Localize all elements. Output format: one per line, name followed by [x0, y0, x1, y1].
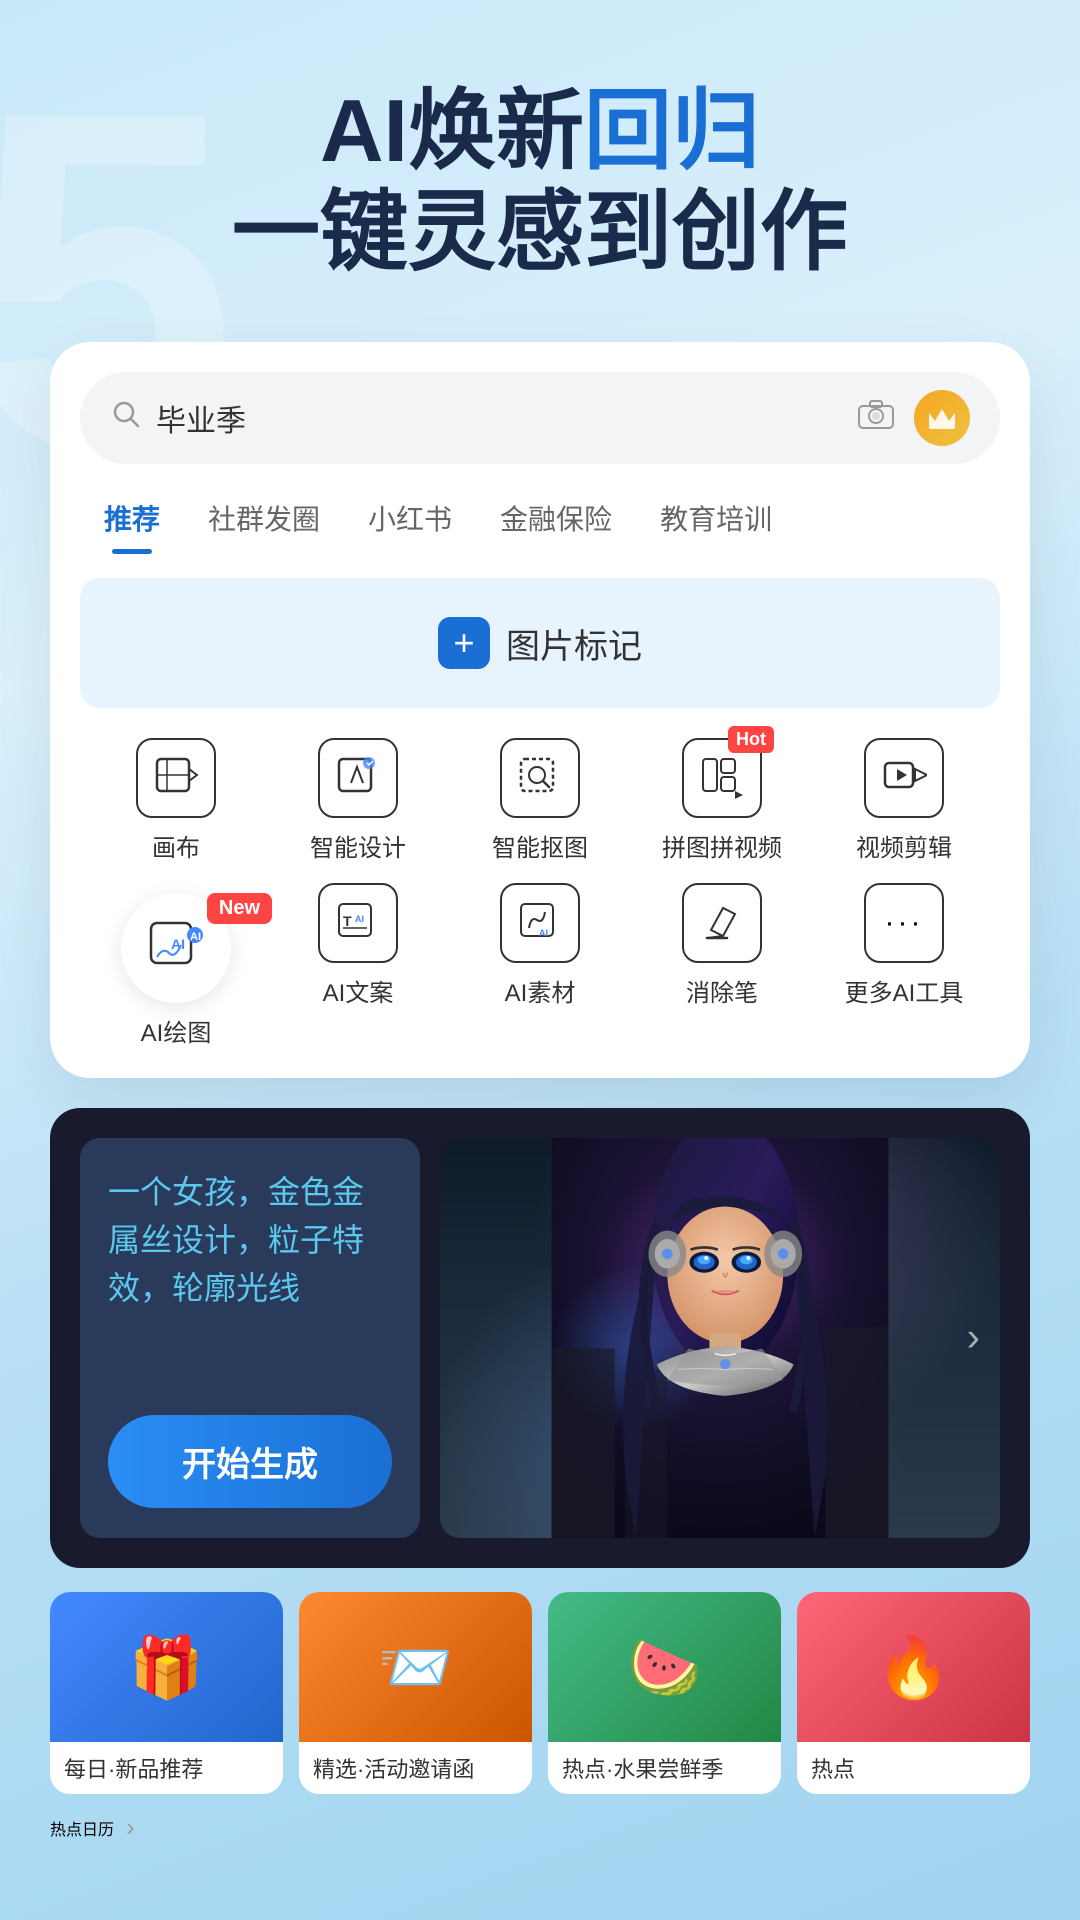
- hot-calendar-label: 热点日历: [50, 1822, 114, 1839]
- ai-prompt-text: 一个女孩，金色金属丝设计，粒子特效，轮廓光线: [108, 1168, 392, 1312]
- video-icon: [864, 738, 944, 818]
- tab-recommended[interactable]: 推荐: [80, 488, 184, 554]
- ai-generation-panel: 一个女孩，金色金属丝设计，粒子特效，轮廓光线 开始生成: [50, 1108, 1030, 1568]
- svg-text:AI: AI: [355, 914, 364, 924]
- ai-material-icon: AI: [500, 883, 580, 963]
- bottom-thumbnails: 🎁 每日·新品推荐 📨 精选·活动邀请函 🍉 热点·水果尝鲜季 🔥 热点: [0, 1568, 1080, 1794]
- ai-image-result[interactable]: ›: [440, 1138, 1000, 1538]
- design-icon: [318, 738, 398, 818]
- search-input-value[interactable]: 毕业季: [156, 396, 858, 440]
- hero-title-blue: 回归: [584, 81, 760, 180]
- tool-canvas[interactable]: 画布: [90, 738, 262, 863]
- svg-text:AI: AI: [190, 931, 201, 943]
- canvas-icon: [136, 738, 216, 818]
- tool-ai-material-label: AI素材: [505, 973, 576, 1008]
- image-mark-banner[interactable]: + 图片标记: [80, 578, 1000, 708]
- ai-prompt-area: 一个女孩，金色金属丝设计，粒子特效，轮廓光线 开始生成: [80, 1138, 420, 1538]
- ai-generated-image: [440, 1138, 1000, 1538]
- tool-cutout-label: 智能抠图: [492, 828, 588, 863]
- new-badge: New: [207, 893, 272, 924]
- chevron-right-icon: ›: [126, 1814, 134, 1841]
- thumb-hotpoint-label: 热点·水果尝鲜季: [548, 1742, 781, 1794]
- hero-title: AI焕新回归 一键灵感到创作: [60, 80, 1020, 282]
- thumb-hot2-img: 🔥: [797, 1592, 1030, 1742]
- crown-icon[interactable]: [914, 390, 970, 446]
- hero-title-line2: 一键灵感到创作: [232, 182, 848, 281]
- tool-collage-label: 拼图拼视频: [662, 828, 782, 863]
- svg-text:T: T: [343, 913, 352, 929]
- tool-ai-material[interactable]: AI AI素材: [454, 883, 626, 1048]
- hot-badge: Hot: [728, 726, 774, 753]
- ai-text-icon: T AI: [318, 883, 398, 963]
- tool-ai-draw-label: AI绘图: [141, 1013, 212, 1048]
- tab-education[interactable]: 教育培训: [636, 488, 796, 554]
- tools-grid: 画布 智能设计 智能抠图: [80, 738, 1000, 1048]
- eraser-icon: [682, 883, 762, 963]
- thumb-hotpoint-img: 🍉: [548, 1592, 781, 1742]
- thumb-selected[interactable]: 📨 精选·活动邀请函: [299, 1592, 532, 1794]
- tool-ai-draw[interactable]: AI AI New AI绘图: [90, 893, 262, 1048]
- tab-community[interactable]: 社群发圈: [184, 488, 344, 554]
- tool-video[interactable]: 视频剪辑: [818, 738, 990, 863]
- ai-generate-button[interactable]: 开始生成: [108, 1415, 392, 1508]
- search-icon: [110, 398, 142, 438]
- tab-xiaohongshu[interactable]: 小红书: [344, 488, 476, 554]
- tool-more-ai[interactable]: ··· 更多AI工具: [818, 883, 990, 1048]
- tool-collage[interactable]: Hot 拼图拼视频: [636, 738, 808, 863]
- tool-more-ai-label: 更多AI工具: [845, 973, 964, 1008]
- hero-section: AI焕新回归 一键灵感到创作: [0, 0, 1080, 322]
- tool-design[interactable]: 智能设计: [272, 738, 444, 863]
- tool-video-label: 视频剪辑: [856, 828, 952, 863]
- tool-design-label: 智能设计: [310, 828, 406, 863]
- thumb-hot2-label: 热点: [797, 1742, 1030, 1794]
- thumb-daily[interactable]: 🎁 每日·新品推荐: [50, 1592, 283, 1794]
- image-mark-plus-icon: +: [438, 617, 490, 669]
- tab-finance[interactable]: 金融保险: [476, 488, 636, 554]
- thumb-selected-img: 📨: [299, 1592, 532, 1742]
- tab-navigation: 推荐 社群发圈 小红书 金融保险 教育培训: [80, 488, 1000, 554]
- collage-icon: Hot: [682, 738, 762, 818]
- tool-cutout[interactable]: 智能抠图: [454, 738, 626, 863]
- tool-eraser[interactable]: 消除笔: [636, 883, 808, 1048]
- search-bar[interactable]: 毕业季: [80, 372, 1000, 464]
- tool-ai-text-label: AI文案: [323, 973, 394, 1008]
- result-arrow-icon: ›: [967, 1316, 980, 1361]
- thumb-daily-img: 🎁: [50, 1592, 283, 1742]
- thumb-hot2[interactable]: 🔥 热点: [797, 1592, 1030, 1794]
- cutout-icon: [500, 738, 580, 818]
- tool-eraser-label: 消除笔: [686, 973, 758, 1008]
- main-card: 毕业季 推荐 社群发圈 小红书 金融保险 教育培训 + 图片标记: [50, 342, 1030, 1078]
- thumb-hotpoint[interactable]: 🍉 热点·水果尝鲜季: [548, 1592, 781, 1794]
- image-mark-label: 图片标记: [506, 619, 642, 668]
- tool-canvas-label: 画布: [152, 828, 200, 863]
- hot-calendar-section[interactable]: 热点日历 ›: [0, 1794, 1080, 1872]
- thumb-daily-label: 每日·新品推荐: [50, 1742, 283, 1794]
- camera-icon[interactable]: [858, 399, 894, 437]
- tool-ai-text[interactable]: T AI AI文案: [272, 883, 444, 1048]
- more-ai-icon: ···: [864, 883, 944, 963]
- svg-text:AI: AI: [539, 928, 548, 938]
- hero-title-part1: AI焕新: [320, 81, 584, 180]
- thumb-selected-label: 精选·活动邀请函: [299, 1742, 532, 1794]
